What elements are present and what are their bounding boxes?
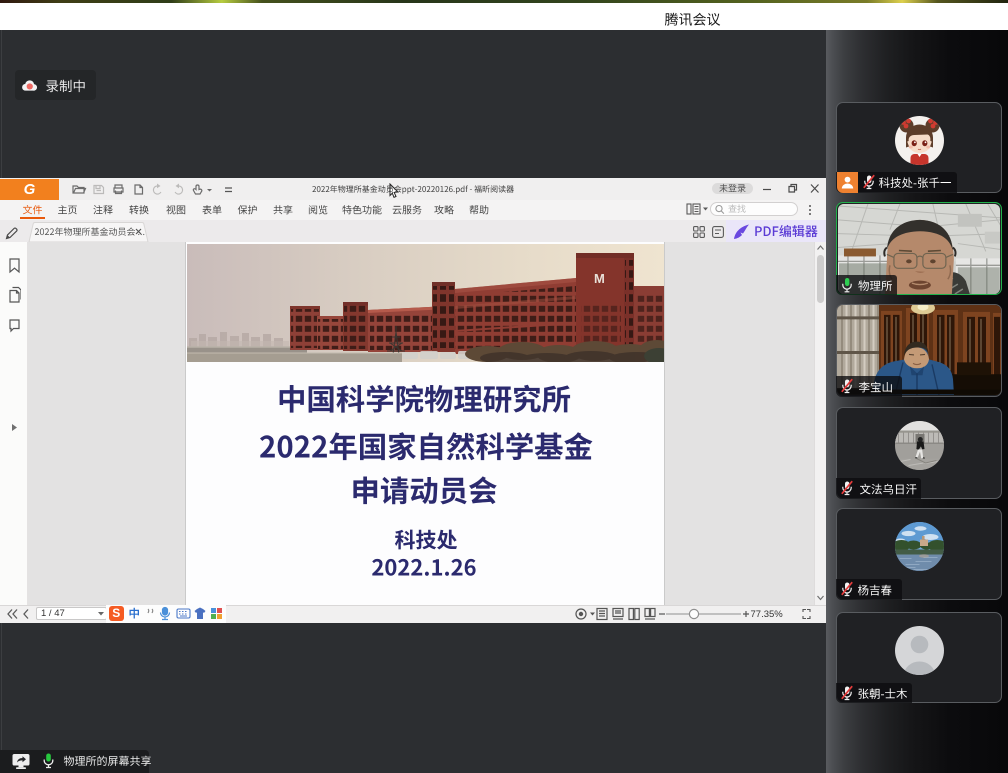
svg-text:M: M bbox=[594, 271, 605, 286]
